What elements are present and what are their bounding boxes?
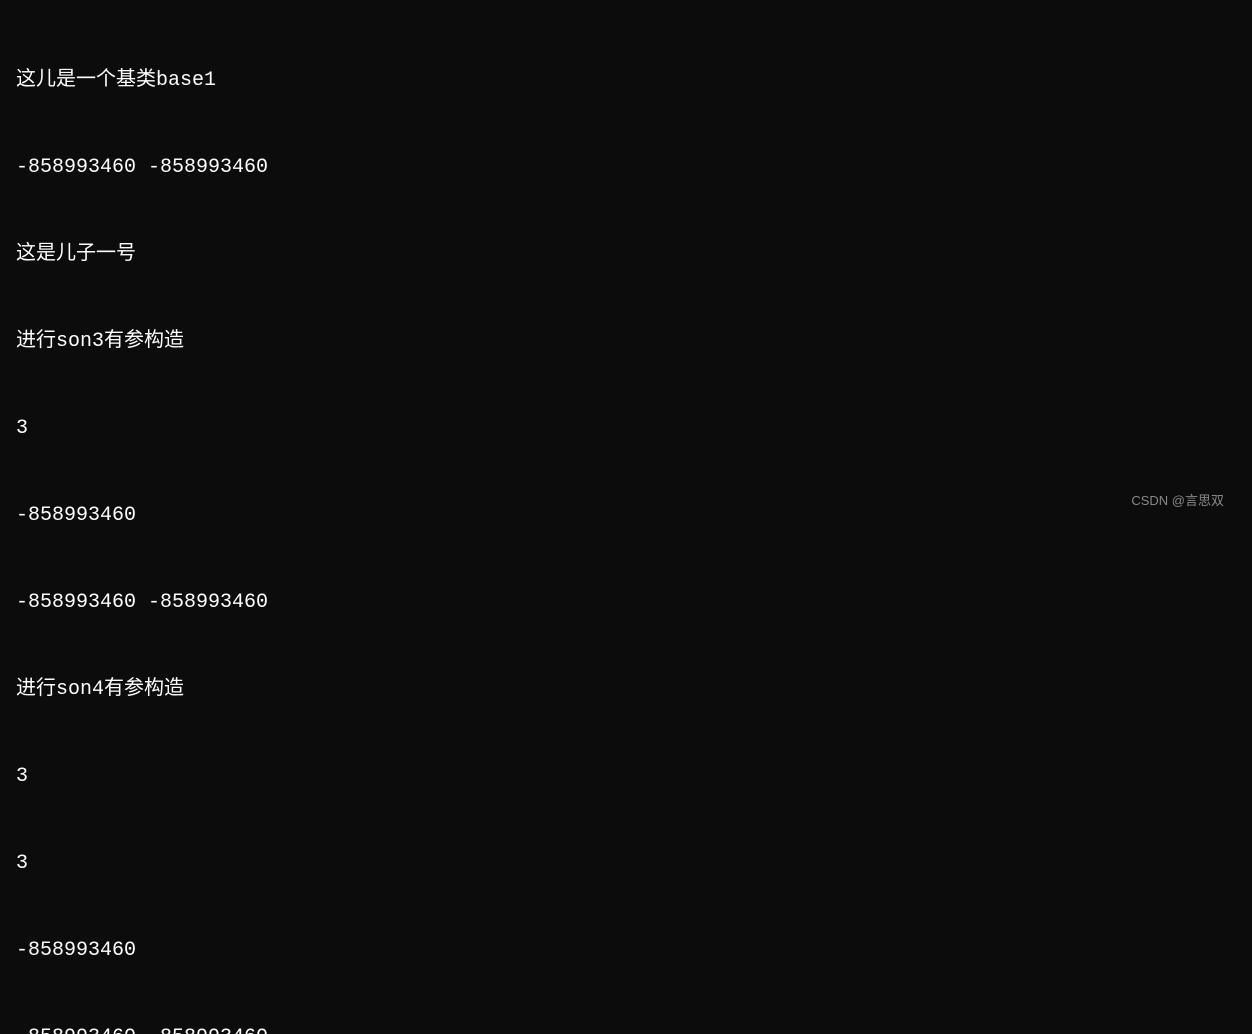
output-line: 3 [16, 762, 1236, 791]
output-line: -858993460 [16, 936, 1236, 965]
watermark: CSDN @言思双 [1131, 492, 1224, 511]
output-line: -858993460 [16, 501, 1236, 530]
output-line: 这儿是一个基类base1 [16, 66, 1236, 95]
output-line: 进行son4有参构造 [16, 675, 1236, 704]
output-line: 3 [16, 849, 1236, 878]
output-line: 3 [16, 414, 1236, 443]
output-line: 这是儿子一号 [16, 240, 1236, 269]
output-line: -858993460 -858993460 [16, 1023, 1236, 1034]
output-line: -858993460 -858993460 [16, 153, 1236, 182]
terminal-output: 这儿是一个基类base1 -858993460 -858993460 这是儿子一… [16, 8, 1236, 1034]
output-line: -858993460 -858993460 [16, 588, 1236, 617]
output-line: 进行son3有参构造 [16, 327, 1236, 356]
